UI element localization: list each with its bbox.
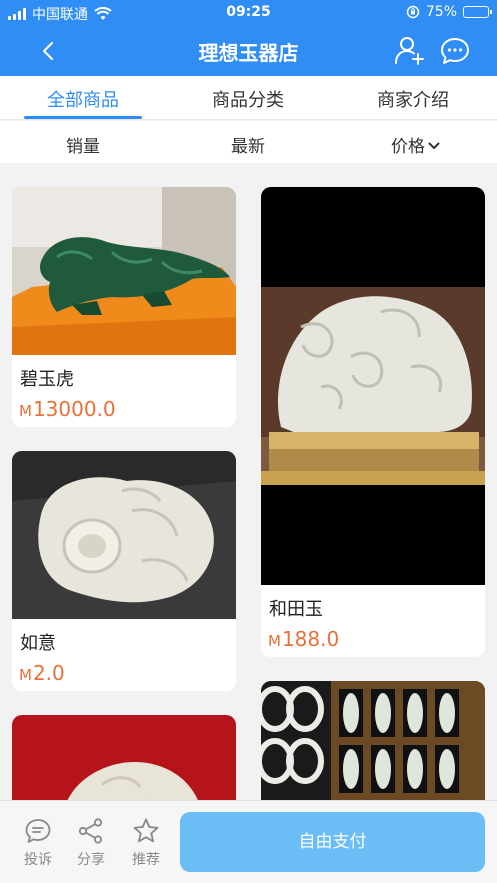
price-value: 188.0 bbox=[281, 627, 340, 651]
chat-bubble-icon[interactable] bbox=[440, 36, 470, 66]
complain-button[interactable]: 投诉 bbox=[16, 817, 60, 869]
product-name: 碧玉虎 bbox=[20, 369, 74, 390]
share-icon bbox=[78, 818, 103, 844]
currency-symbol: M bbox=[268, 632, 281, 650]
status-bar: 中国联通 09:25 75% bbox=[0, 0, 497, 26]
currency-symbol: M bbox=[19, 402, 32, 420]
shop-tabs: 全部商品 商品分类 商家介绍 bbox=[0, 76, 497, 120]
tab-merchant-info[interactable]: 商家介绍 bbox=[343, 86, 483, 112]
sort-price-label: 价格 bbox=[391, 137, 425, 157]
sort-newest-label: 最新 bbox=[231, 137, 265, 157]
product-price: M13000.0 bbox=[19, 397, 116, 421]
recommend-button[interactable]: 推荐 bbox=[124, 817, 168, 869]
complain-label: 投诉 bbox=[24, 852, 52, 868]
battery-icon bbox=[463, 6, 492, 18]
product-price: M188.0 bbox=[268, 627, 339, 651]
star-icon bbox=[133, 818, 159, 843]
recommend-label: 推荐 bbox=[132, 852, 160, 868]
sort-price[interactable]: 价格 bbox=[356, 132, 476, 157]
tab-categories[interactable]: 商品分类 bbox=[178, 86, 318, 112]
tab-all-products[interactable]: 全部商品 bbox=[13, 86, 153, 112]
product-name: 如意 bbox=[20, 633, 56, 654]
orientation-lock-icon bbox=[406, 5, 420, 19]
add-user-icon[interactable] bbox=[393, 34, 425, 66]
bottom-action-bar: 投诉 分享 推荐 自由支付 bbox=[0, 800, 497, 883]
product-price: M2.0 bbox=[19, 661, 65, 685]
active-tab-indicator bbox=[24, 116, 142, 119]
product-card[interactable]: 和田玉 M188.0 bbox=[261, 187, 485, 657]
share-button[interactable]: 分享 bbox=[69, 817, 113, 869]
price-value: 2.0 bbox=[32, 661, 65, 685]
product-card[interactable]: 如意 M2.0 bbox=[12, 451, 236, 691]
complain-icon bbox=[25, 819, 51, 843]
nav-bar: 理想玉器店 bbox=[0, 26, 497, 76]
product-image-hetian-jade bbox=[261, 187, 485, 585]
product-name: 和田玉 bbox=[269, 599, 323, 620]
sort-sales-label: 销量 bbox=[66, 137, 100, 157]
sort-newest[interactable]: 最新 bbox=[188, 132, 308, 157]
chevron-down-icon bbox=[428, 142, 440, 149]
sort-bar: 销量 最新 价格 bbox=[0, 121, 497, 163]
sort-sales[interactable]: 销量 bbox=[23, 132, 143, 157]
price-value: 13000.0 bbox=[32, 397, 116, 421]
share-label: 分享 bbox=[77, 852, 105, 868]
free-pay-button[interactable]: 自由支付 bbox=[180, 812, 485, 872]
product-image-ruyi bbox=[12, 451, 236, 619]
product-image-jade-tiger bbox=[12, 187, 236, 355]
battery-percent: 75% bbox=[425, 4, 457, 20]
product-card[interactable]: 碧玉虎 M13000.0 bbox=[12, 187, 236, 427]
currency-symbol: M bbox=[19, 666, 32, 684]
